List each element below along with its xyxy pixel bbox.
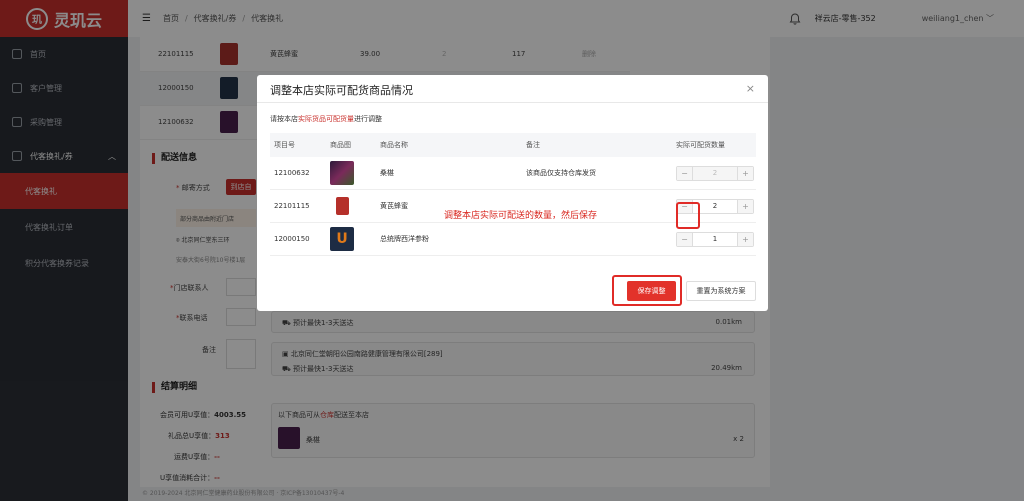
reset-button[interactable]: 重置为系统方案	[686, 281, 756, 301]
column-header: 实际可配货数量	[676, 141, 725, 149]
qty-cell: − 2 +	[676, 165, 756, 181]
qty-cell: − 1 +	[676, 231, 756, 247]
item-id: 22101115	[274, 202, 310, 210]
qty-value: 2	[692, 166, 738, 180]
item-image: U	[330, 227, 380, 251]
save-button[interactable]: 保存调整	[627, 281, 676, 301]
qty-stepper: − 2 +	[676, 165, 754, 181]
table-row: 12100632 桑椹 该商品仅支持仓库发货 − 2 +	[270, 157, 756, 190]
item-image	[330, 161, 380, 185]
hint-highlight: 实际货品可配货量	[298, 115, 354, 123]
annotation-text: 调整本店实际可配送的数量，然后保存	[444, 211, 598, 221]
close-icon[interactable]: ×	[746, 82, 755, 95]
annotation-box-minus	[676, 202, 700, 229]
plus-button[interactable]: +	[738, 232, 753, 246]
item-name: 桑椹	[380, 169, 394, 177]
plus-button: +	[738, 166, 753, 180]
item-name: 总统牌西洋参粉	[380, 235, 429, 243]
column-header: 备注	[526, 141, 540, 149]
hint-pre: 请按本店	[270, 115, 298, 123]
modal-title: 调整本店实际可配货商品情况	[270, 84, 413, 97]
minus-button[interactable]: −	[677, 232, 692, 246]
qty-value[interactable]: 1	[692, 232, 738, 246]
minus-button: −	[677, 166, 692, 180]
column-header: 项目号	[274, 141, 295, 149]
plus-button[interactable]: +	[738, 199, 753, 213]
modal-hint: 请按本店实际货品可配货量进行调整	[270, 114, 382, 124]
adjust-table: 项目号 商品图 商品名称 备注 实际可配货数量 12100632 桑椹 该商品仅…	[270, 133, 756, 256]
adjust-modal: 调整本店实际可配货商品情况 × 请按本店实际货品可配货量进行调整 项目号 商品图…	[257, 75, 768, 311]
hint-post: 进行调整	[354, 115, 382, 123]
table-header: 项目号 商品图 商品名称 备注 实际可配货数量	[270, 133, 756, 157]
item-id: 12100632	[274, 169, 310, 177]
modal-divider	[257, 102, 768, 103]
item-id: 12000150	[274, 235, 310, 243]
item-image	[330, 194, 380, 218]
column-header: 商品图	[330, 141, 351, 149]
qty-stepper[interactable]: − 1 +	[676, 231, 754, 247]
column-header: 商品名称	[380, 141, 408, 149]
item-note: 该商品仅支持仓库发货	[526, 169, 596, 177]
